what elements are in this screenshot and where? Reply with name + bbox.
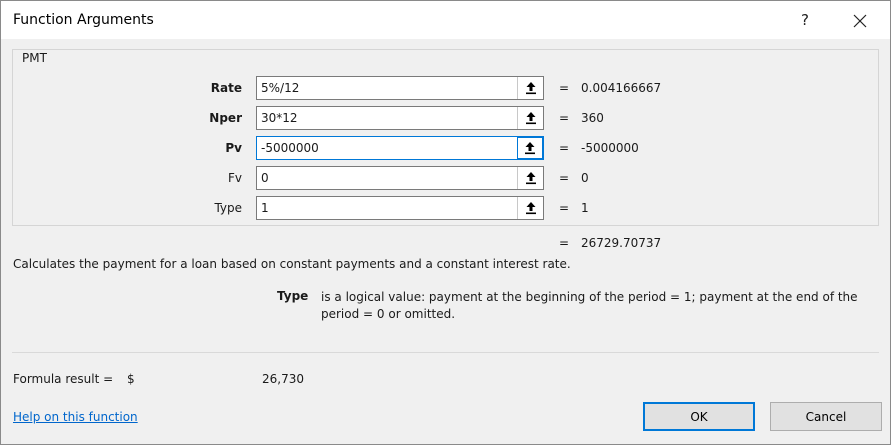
type-result: 1	[581, 201, 589, 215]
type-label: Type	[214, 201, 242, 215]
upload-arrow-icon	[525, 142, 535, 155]
nper-equals: =	[559, 111, 570, 125]
upload-arrow-icon	[525, 112, 536, 125]
fv-equals: =	[559, 171, 570, 185]
divider	[12, 352, 879, 353]
formula-result-currency: $	[127, 372, 135, 386]
pv-input[interactable]	[257, 137, 515, 159]
help-question-icon[interactable]: ?	[798, 10, 812, 30]
upload-arrow-icon	[525, 82, 536, 95]
nper-input[interactable]	[257, 107, 515, 129]
nper-label: Nper	[209, 111, 242, 125]
collapse-dialog-button[interactable]	[517, 137, 543, 159]
pv-result: -5000000	[581, 141, 639, 155]
upload-arrow-icon	[525, 202, 536, 215]
help-on-function-link[interactable]: Help on this function	[13, 410, 138, 424]
type-field[interactable]	[256, 196, 544, 220]
fv-result: 0	[581, 171, 589, 185]
upload-arrow-icon	[525, 172, 536, 185]
nper-result: 360	[581, 111, 604, 125]
function-description: Calculates the payment for a loan based …	[13, 257, 571, 271]
formula-result-label: Formula result =	[13, 372, 114, 386]
argument-help-name: Type	[277, 289, 309, 303]
title-bar: Function Arguments ?	[1, 1, 890, 39]
pv-equals: =	[559, 141, 570, 155]
fv-label: Fv	[227, 171, 242, 185]
cancel-button[interactable]: Cancel	[770, 402, 882, 431]
function-result-value: 26729.70737	[581, 236, 662, 250]
pv-label: Pv	[225, 141, 242, 155]
fv-field[interactable]	[256, 166, 544, 190]
function-result-equals: =	[559, 236, 570, 250]
pv-field[interactable]	[256, 136, 544, 160]
type-input[interactable]	[257, 197, 515, 219]
collapse-dialog-button[interactable]	[517, 77, 543, 99]
rate-result: 0.004166667	[581, 81, 662, 95]
fv-input[interactable]	[257, 167, 515, 189]
type-equals: =	[559, 201, 570, 215]
dialog-title: Function Arguments	[13, 12, 154, 28]
rate-label: Rate	[210, 81, 242, 95]
collapse-dialog-button[interactable]	[517, 107, 543, 129]
close-icon[interactable]	[849, 10, 871, 32]
rate-field[interactable]	[256, 76, 544, 100]
collapse-dialog-button[interactable]	[517, 167, 543, 189]
argument-help-text: is a logical value: payment at the begin…	[321, 290, 858, 321]
formula-result-value: 26,730	[262, 372, 304, 386]
collapse-dialog-button[interactable]	[517, 197, 543, 219]
function-arguments-dialog: Function Arguments ? PMT Rate = 0.004166…	[0, 0, 891, 445]
rate-equals: =	[559, 81, 570, 95]
rate-input[interactable]	[257, 77, 515, 99]
ok-button[interactable]: OK	[643, 402, 755, 431]
nper-field[interactable]	[256, 106, 544, 130]
function-name: PMT	[19, 51, 50, 65]
